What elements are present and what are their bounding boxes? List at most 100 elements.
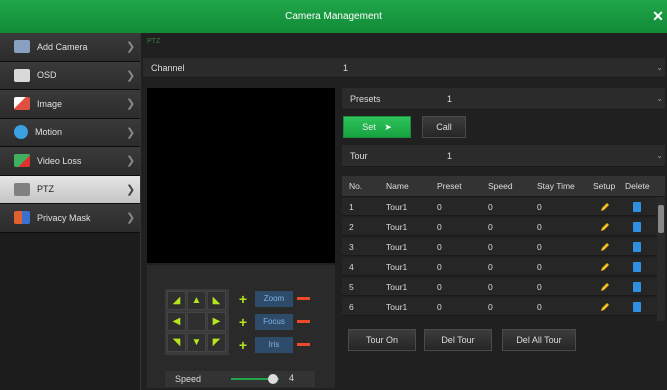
column-header: Delete — [625, 181, 650, 191]
call-button[interactable]: Call — [422, 116, 466, 138]
set-button-label: Set — [362, 122, 376, 132]
video-preview — [147, 88, 335, 263]
arrow-left-icon[interactable]: ◀ — [167, 312, 186, 331]
ptz-icon — [14, 182, 30, 196]
arrow-up-icon[interactable]: ▲ — [187, 291, 206, 310]
column-header: No. — [349, 181, 363, 191]
sidebar-item-add-camera[interactable]: Add Camera ❯ — [0, 33, 140, 62]
arrow-up-left-icon[interactable]: ◢ — [167, 291, 186, 310]
sidebar-item-image[interactable]: Image ❯ — [0, 90, 140, 119]
title-bar: Camera Management ✕ — [0, 0, 667, 33]
chevron-right-icon: ❯ — [126, 126, 136, 139]
edit-pencil-icon[interactable] — [600, 242, 610, 252]
table-cell: 0 — [437, 202, 442, 212]
del-all-tour-button[interactable]: Del All Tour — [502, 329, 576, 351]
edit-pencil-icon[interactable] — [600, 202, 610, 212]
delete-trash-icon[interactable] — [633, 222, 641, 232]
table-cell: 0 — [537, 282, 542, 292]
table-cell: 6 — [349, 302, 354, 312]
delete-trash-icon[interactable] — [633, 302, 641, 312]
delete-trash-icon[interactable] — [633, 262, 641, 272]
table-cell: 0 — [537, 242, 542, 252]
presets-row[interactable]: Presets 1 ⌄ — [342, 88, 665, 110]
chevron-down-icon[interactable]: ⌄ — [656, 63, 663, 72]
osd-icon — [14, 68, 30, 82]
edit-pencil-icon[interactable] — [600, 222, 610, 232]
chevron-right-icon: ❯ — [126, 69, 136, 82]
ptz-controls: ◢ ▲ ◣ ◀ ▶ ◥ ▼ ◤ + Zoom + Focus + Iris — [165, 285, 323, 361]
table-cell: Tour1 — [386, 302, 408, 312]
table-cell: 0 — [437, 262, 442, 272]
channel-row[interactable]: Channel 1 ⌄ — [143, 58, 665, 78]
table-row[interactable]: 3 Tour1 0 0 0 — [342, 238, 657, 256]
table-cell: 0 — [537, 302, 542, 312]
sidebar-item-label: Video Loss — [37, 155, 82, 166]
close-icon[interactable]: ✕ — [651, 0, 665, 33]
delete-trash-icon[interactable] — [633, 282, 641, 292]
arrow-right-icon[interactable]: ▶ — [207, 312, 226, 331]
iris-open-icon[interactable]: + — [235, 337, 251, 353]
zoom-in-icon[interactable]: + — [235, 291, 251, 307]
delete-trash-icon[interactable] — [633, 202, 641, 212]
tour-value: 1 — [447, 150, 453, 161]
sidebar-item-privacy-mask[interactable]: Privacy Mask ❯ — [0, 204, 140, 233]
arrow-down-right-icon[interactable]: ◤ — [207, 333, 226, 352]
edit-pencil-icon[interactable] — [600, 282, 610, 292]
table-cell: 3 — [349, 242, 354, 252]
tour-row[interactable]: Tour 1 ⌄ — [342, 145, 665, 167]
focus-out-icon[interactable] — [297, 320, 310, 323]
focus-label: Focus — [255, 314, 293, 330]
table-scrollbar[interactable] — [657, 197, 665, 321]
delete-trash-icon[interactable] — [633, 242, 641, 252]
edit-pencil-icon[interactable] — [600, 262, 610, 272]
chevron-right-icon: ❯ — [126, 98, 136, 111]
del-tour-label: Del Tour — [441, 335, 475, 345]
table-cell: 0 — [537, 222, 542, 232]
del-tour-button[interactable]: Del Tour — [424, 329, 492, 351]
table-row[interactable]: 4 Tour1 0 0 0 — [342, 258, 657, 276]
tour-on-button[interactable]: Tour On — [348, 329, 416, 351]
section-title: PTZ — [147, 38, 161, 45]
iris-close-icon[interactable] — [297, 343, 310, 346]
add-camera-icon — [14, 40, 30, 54]
chevron-down-icon[interactable]: ⌄ — [656, 151, 663, 160]
scrollbar-thumb[interactable] — [658, 205, 664, 233]
table-cell: 0 — [537, 262, 542, 272]
chevron-down-icon[interactable]: ⌄ — [656, 94, 663, 103]
table-cell: 0 — [437, 242, 442, 252]
table-row[interactable]: 6 Tour1 0 0 0 — [342, 298, 657, 316]
ptz-control-panel: ◢ ▲ ◣ ◀ ▶ ◥ ▼ ◤ + Zoom + Focus + Iris Sp… — [147, 265, 335, 388]
del-all-tour-label: Del All Tour — [516, 335, 562, 345]
iris-label: Iris — [255, 337, 293, 353]
table-row[interactable]: 2 Tour1 0 0 0 — [342, 218, 657, 236]
column-header: Stay Time — [537, 181, 575, 191]
table-row[interactable]: 1 Tour1 0 0 0 — [342, 198, 657, 216]
main-panel: PTZ Channel 1 ⌄ Presets 1 ⌄ Set ➤ Call T… — [141, 33, 667, 390]
column-header: Setup — [593, 181, 616, 191]
edit-pencil-icon[interactable] — [600, 302, 610, 312]
arrow-down-left-icon[interactable]: ◥ — [167, 333, 186, 352]
table-row[interactable]: 5 Tour1 0 0 0 — [342, 278, 657, 296]
table-cell: 0 — [488, 222, 493, 232]
arrow-down-icon[interactable]: ▼ — [187, 333, 206, 352]
table-cell: 0 — [537, 202, 542, 212]
zoom-out-icon[interactable] — [297, 297, 310, 300]
channel-value: 1 — [343, 62, 349, 73]
video-loss-icon — [14, 154, 30, 168]
table-cell: 0 — [488, 202, 493, 212]
set-button[interactable]: Set ➤ — [343, 116, 411, 138]
table-cell: Tour1 — [386, 262, 408, 272]
table-cell: 0 — [437, 302, 442, 312]
sidebar-item-video-loss[interactable]: Video Loss ❯ — [0, 147, 140, 176]
speed-slider-knob[interactable] — [268, 374, 278, 384]
sidebar-item-motion[interactable]: Motion ❯ — [0, 118, 140, 147]
arrow-up-right-icon[interactable]: ◣ — [207, 291, 226, 310]
speed-value: 4 — [289, 373, 295, 383]
column-header: Name — [386, 181, 409, 191]
focus-in-icon[interactable]: + — [235, 314, 251, 330]
sidebar-item-label: PTZ — [37, 184, 54, 195]
sidebar-item-osd[interactable]: OSD ❯ — [0, 61, 140, 90]
zoom-label: Zoom — [255, 291, 293, 307]
direction-center — [187, 312, 206, 331]
sidebar-item-ptz[interactable]: PTZ ❯ — [0, 175, 140, 204]
